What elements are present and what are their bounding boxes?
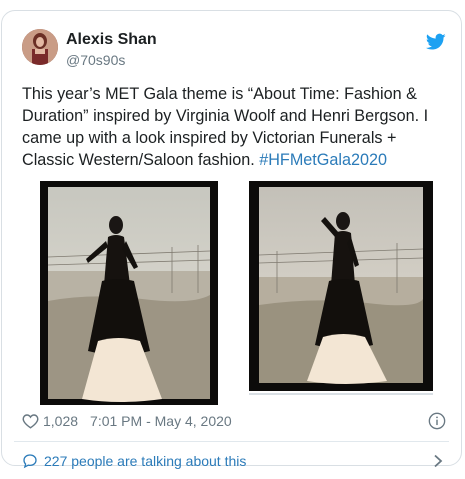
like-button[interactable]: 1,028 <box>22 413 78 429</box>
info-icon[interactable] <box>428 412 446 430</box>
photo-right[interactable] <box>237 181 447 405</box>
conversation-label: 227 people are talking about this <box>44 453 247 469</box>
tweet-card: Alexis Shan @70s90s This year’s MET Gala… <box>1 10 462 469</box>
photo-left[interactable] <box>22 181 232 405</box>
twitter-bird-icon[interactable] <box>425 33 446 51</box>
avatar[interactable] <box>22 29 58 65</box>
tweet-text: This year’s MET Gala theme is “About Tim… <box>22 83 447 171</box>
author-handle[interactable]: @70s90s <box>66 52 125 68</box>
timestamp-link[interactable]: 7:01 PM - May 4, 2020 <box>90 413 232 429</box>
conversation-link[interactable]: 227 people are talking about this <box>22 450 447 472</box>
chevron-right-icon <box>433 454 443 471</box>
media-grid <box>22 181 447 406</box>
tweet-meta: 1,028 7:01 PM - May 4, 2020 <box>22 411 232 431</box>
divider <box>14 441 449 442</box>
author-name[interactable]: Alexis Shan <box>66 31 157 49</box>
hashtag-link[interactable]: #HFMetGala2020 <box>259 151 387 169</box>
like-count: 1,028 <box>43 413 79 429</box>
heart-icon <box>22 414 39 429</box>
speech-bubble-icon <box>22 453 38 469</box>
